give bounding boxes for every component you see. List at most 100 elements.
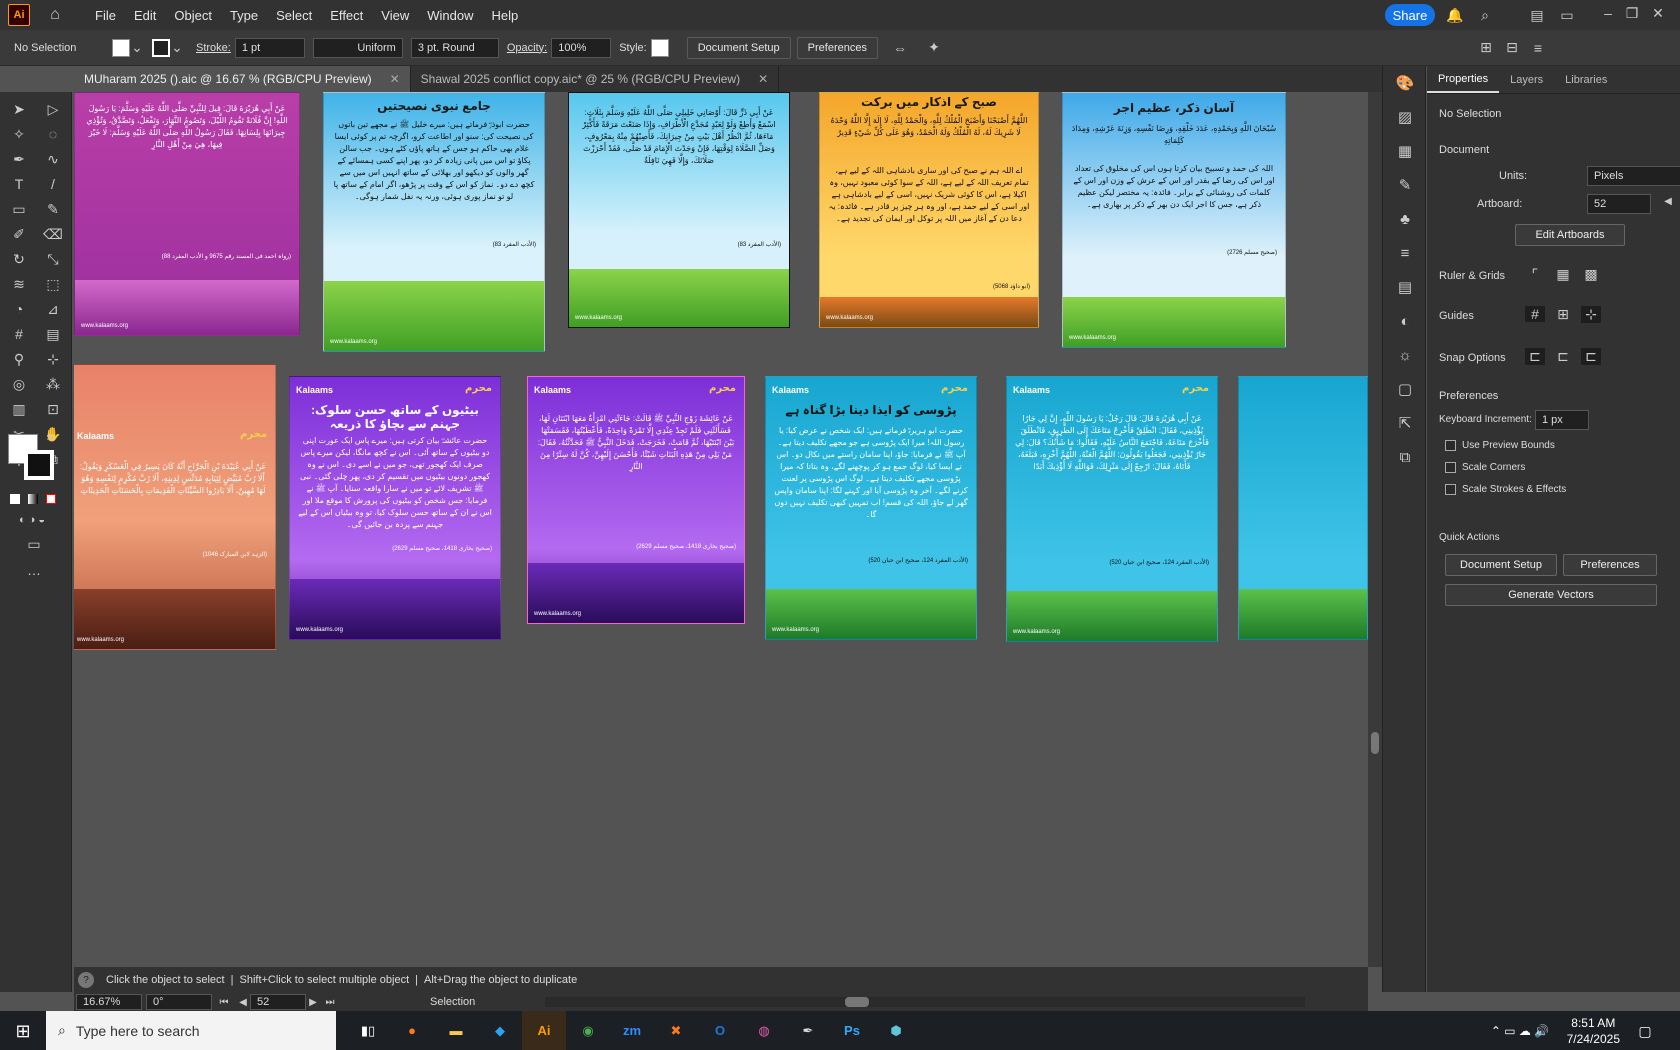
export-icon[interactable]: ⇱ xyxy=(1383,406,1427,440)
width-tool-icon[interactable]: ≋ xyxy=(4,273,34,295)
close-icon[interactable]: ✕ xyxy=(1648,4,1668,22)
style-swatch[interactable] xyxy=(650,38,669,57)
lasso-icon[interactable]: ◌ xyxy=(38,123,68,145)
photos-icon[interactable]: ◍ xyxy=(742,1011,786,1050)
workspace-icon[interactable]: ▤ xyxy=(1527,6,1547,24)
canvas[interactable]: عَنْ أَبِي هُرَيْرَةَ قَالَ: قِيلَ لِلنَ… xyxy=(74,92,1368,967)
symbols-icon[interactable]: ♣ xyxy=(1383,202,1427,236)
rectangle-tool-icon[interactable]: ▭ xyxy=(4,198,34,220)
artboard[interactable]: جامع نبوی نصیحتیں حضرت ابوذرؓ فرماتے ہیں… xyxy=(323,92,545,352)
chevron-down-icon[interactable]: ⌄ xyxy=(130,39,144,56)
illustrator-taskbar-icon[interactable]: Ai xyxy=(522,1011,566,1050)
xampp-icon[interactable]: ✖ xyxy=(654,1011,698,1050)
menu-window[interactable]: Window xyxy=(418,8,482,23)
fill-swatch[interactable] xyxy=(112,38,130,57)
measure-icon[interactable]: ⊹ xyxy=(38,348,68,370)
notifications-icon[interactable]: ▢ xyxy=(1634,1021,1656,1041)
screen-mode-icon[interactable]: ▭ xyxy=(22,536,46,552)
first-artboard-icon[interactable]: ⏮ xyxy=(212,997,236,1008)
firefox-icon[interactable]: ● xyxy=(390,1011,434,1050)
windows-start-icon[interactable]: ⊞ xyxy=(12,1021,34,1041)
menu-edit[interactable]: Edit xyxy=(125,8,165,23)
close-icon[interactable]: ✕ xyxy=(758,72,768,86)
graph-tool-icon[interactable]: ▥ xyxy=(4,398,34,420)
minimize-icon[interactable]: – xyxy=(1598,4,1618,22)
shaper-tool-icon[interactable]: ✐ xyxy=(4,223,34,245)
share-button[interactable]: Share xyxy=(1385,4,1435,26)
rotation-field[interactable]: 0° xyxy=(146,994,212,1010)
help-icon[interactable]: ? xyxy=(78,972,94,988)
line-tool-icon[interactable]: / xyxy=(38,173,68,195)
tab-libraries[interactable]: Libraries xyxy=(1554,66,1618,93)
chevron-down-icon[interactable]: ⌄ xyxy=(170,39,184,56)
snap-icon[interactable]: ⊟ xyxy=(1502,39,1522,56)
taskbar-clock[interactable]: 8:51 AM 7/24/2025 xyxy=(1567,1015,1620,1047)
artboards-panel-icon[interactable]: ⧉ xyxy=(1383,440,1427,474)
more-tools-icon[interactable]: … xyxy=(22,562,46,578)
document-setup-button[interactable]: Document Setup xyxy=(686,36,791,59)
menu-help[interactable]: Help xyxy=(482,8,527,23)
restore-icon[interactable]: ❐ xyxy=(1622,4,1642,22)
file-explorer-icon[interactable]: ▬ xyxy=(434,1011,478,1050)
brushes-icon[interactable]: ✎ xyxy=(1383,168,1427,202)
type-tool-icon[interactable]: T xyxy=(4,173,34,195)
appearance-icon[interactable]: ☼ xyxy=(1383,338,1427,372)
checkbox-box[interactable] xyxy=(1445,462,1456,473)
blend-tool-icon[interactable]: ◎ xyxy=(4,373,34,395)
preferences-button[interactable]: Preferences xyxy=(1563,554,1657,576)
direct-selection-tool-icon[interactable]: ▷ xyxy=(38,98,68,120)
snap-point-icon[interactable]: ⊏ xyxy=(1525,348,1545,365)
gradient-panel-icon[interactable]: ▤ xyxy=(1383,270,1427,304)
previous-artboard-icon[interactable]: ◀ xyxy=(236,997,250,1008)
menu-icon[interactable]: ≡ xyxy=(1528,40,1548,56)
artboard[interactable]: Kalaams محرم عَنْ عَائِشَةَ زَوْجِ النَّ… xyxy=(527,376,745,624)
next-artboard-icon[interactable]: ▶ xyxy=(306,997,320,1008)
chrome-icon[interactable]: ◉ xyxy=(566,1011,610,1050)
arrange-icon[interactable]: ▭ xyxy=(1557,6,1577,24)
menu-object[interactable]: Object xyxy=(165,8,221,23)
draw-mode-icon[interactable]: ◐ ◑ ◒ xyxy=(8,512,56,528)
eyedropper-icon[interactable]: ⚲ xyxy=(4,348,34,370)
artboard[interactable]: آسان ذکر، عظیم اجر سُبْحَانَ اللَّهِ وَب… xyxy=(1062,92,1286,348)
menu-file[interactable]: File xyxy=(86,8,125,23)
mesh-tool-icon[interactable]: # xyxy=(4,323,34,345)
ruler-icon[interactable]: ⌜ xyxy=(1525,266,1545,283)
checkbox-box[interactable] xyxy=(1445,440,1456,451)
artboard[interactable] xyxy=(1238,376,1368,640)
home-icon[interactable]: ⌂ xyxy=(44,4,66,26)
menu-select[interactable]: Select xyxy=(267,8,321,23)
snap-pixel-icon[interactable]: ⊏ xyxy=(1553,348,1573,365)
color-panel-icon[interactable]: 🎨 xyxy=(1383,66,1427,100)
horizontal-scrollbar[interactable] xyxy=(545,997,1306,1007)
previous-artboard-icon[interactable]: ◀ xyxy=(1661,196,1675,207)
snap-glyph-icon[interactable]: ⊏ xyxy=(1581,348,1601,365)
scroll-thumb[interactable] xyxy=(845,997,870,1007)
gradient-mode-icon[interactable] xyxy=(28,494,38,504)
app-icon[interactable]: ⬢ xyxy=(874,1011,918,1050)
taskbar-search[interactable]: ⌕ Type here to search xyxy=(46,1011,336,1050)
tab-layers[interactable]: Layers xyxy=(1499,66,1554,93)
symbol-sprayer-icon[interactable]: ⁂ xyxy=(38,373,68,395)
outlook-icon[interactable]: O xyxy=(698,1011,742,1050)
checkbox-box[interactable] xyxy=(1445,484,1456,495)
stroke-weight-field[interactable]: 1 pt xyxy=(234,37,305,58)
free-transform-icon[interactable]: ⬚ xyxy=(38,273,68,295)
menu-effect[interactable]: Effect xyxy=(321,8,372,23)
stroke-color-box[interactable] xyxy=(24,450,54,480)
artboard-tool-icon[interactable]: ⊡ xyxy=(38,398,68,420)
lock-guides-icon[interactable]: ⊞ xyxy=(1553,306,1573,323)
transparency-grid-icon[interactable]: ▩ xyxy=(1581,266,1601,283)
photoshop-icon[interactable]: Ps xyxy=(830,1011,874,1050)
paintbrush-icon[interactable]: ✎ xyxy=(38,198,68,220)
perspective-grid-icon[interactable]: ⊿ xyxy=(38,298,68,320)
color-mode-icon[interactable] xyxy=(10,494,20,504)
smart-guides-icon[interactable]: ⊹ xyxy=(1581,306,1601,323)
artboard[interactable]: عَنْ أَبِي هُرَيْرَةَ قَالَ: قِيلَ لِلنَ… xyxy=(74,92,300,336)
tab-properties[interactable]: Properties xyxy=(1427,66,1500,93)
zoom-field[interactable]: 16.67% xyxy=(76,994,142,1010)
units-dropdown[interactable]: Pixels xyxy=(1587,166,1680,186)
search-icon[interactable]: ⌕ xyxy=(1475,6,1495,24)
swatches-icon[interactable]: ▦ xyxy=(1383,134,1427,168)
preferences-button[interactable]: Preferences xyxy=(796,36,878,59)
rotate-tool-icon[interactable]: ↻ xyxy=(4,248,34,270)
